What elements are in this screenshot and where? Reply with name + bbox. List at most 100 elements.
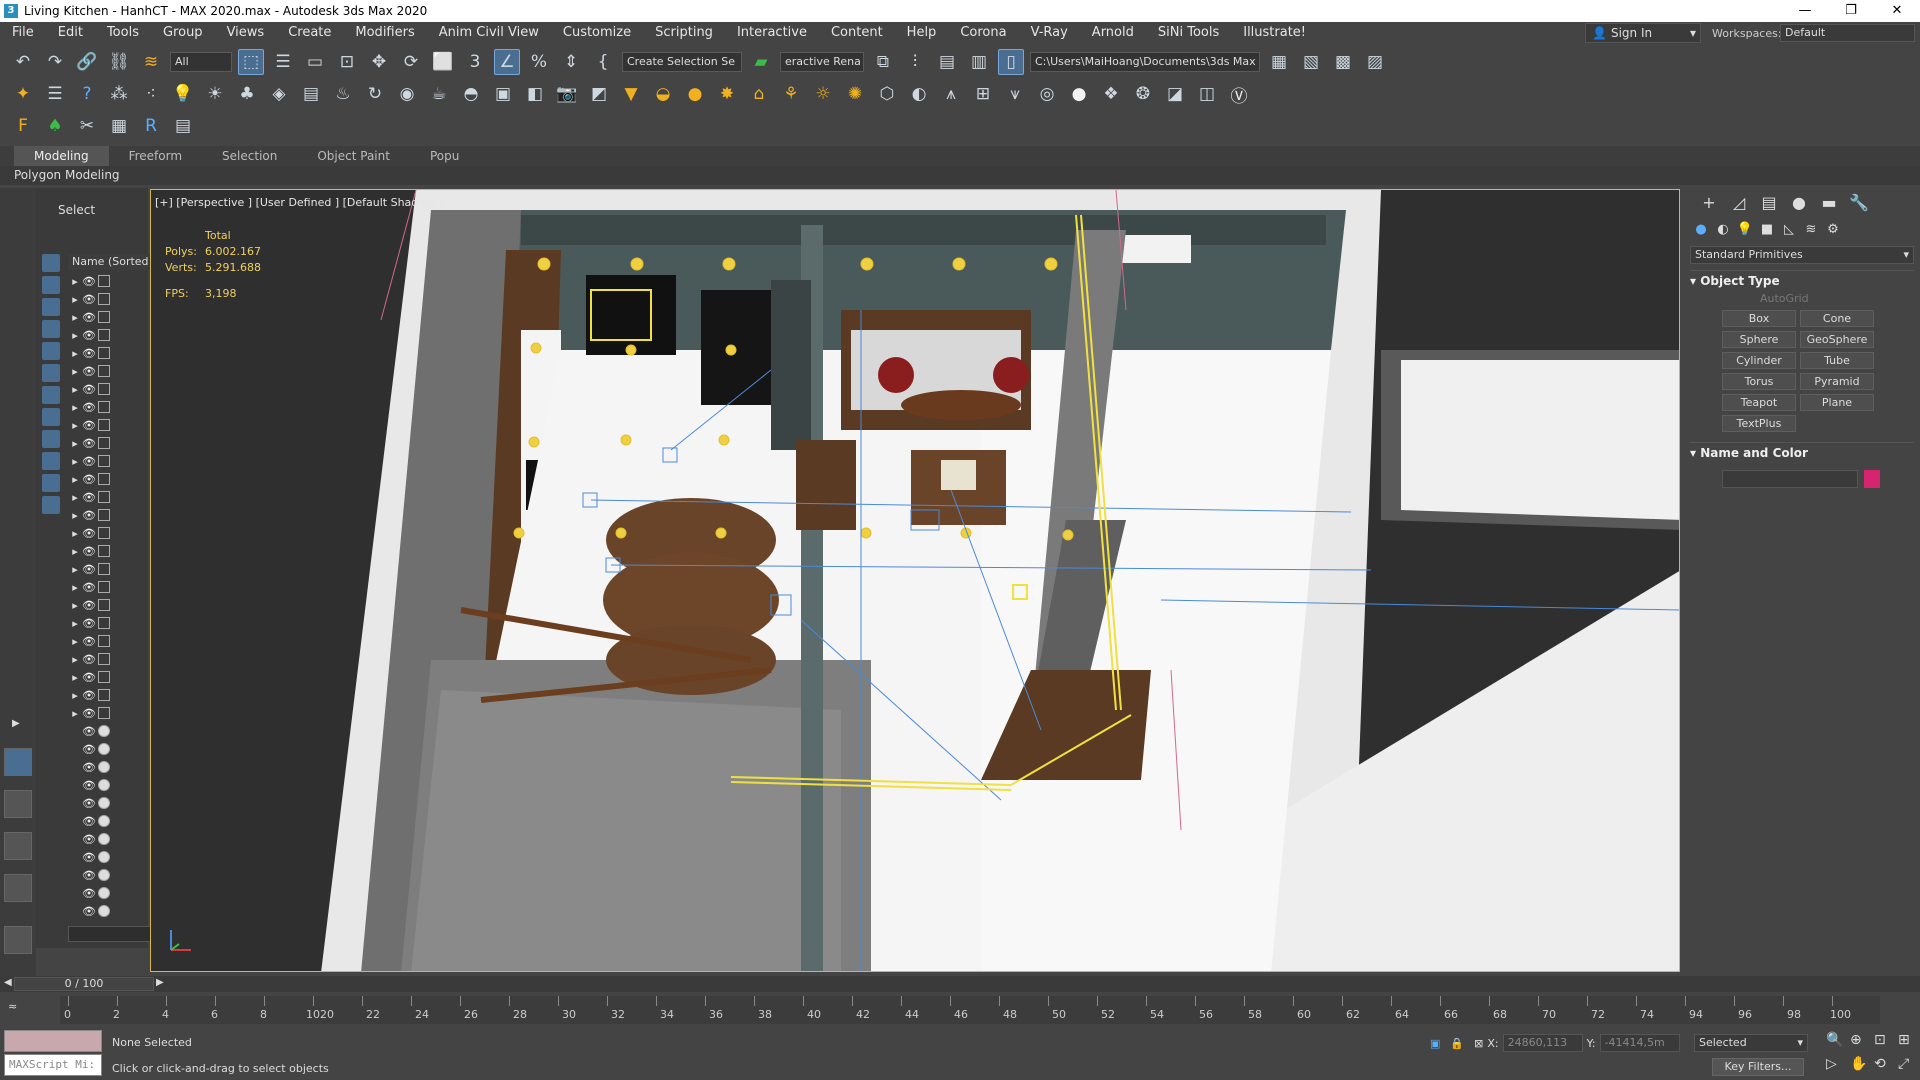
filter-bones-icon[interactable]: [42, 430, 60, 448]
pan-icon[interactable]: ✋: [1850, 1056, 1867, 1072]
filter-lights-icon[interactable]: [42, 298, 60, 316]
window-crossing-icon[interactable]: ⊡: [334, 49, 360, 75]
filter-shapes-icon[interactable]: [42, 276, 60, 294]
minimize-button[interactable]: —: [1782, 0, 1828, 22]
teapot-icon[interactable]: ☕: [426, 81, 452, 107]
bitmap-icon[interactable]: ◪: [1162, 81, 1188, 107]
close-button[interactable]: ✕: [1874, 0, 1920, 22]
list-item[interactable]: ▸ 👁: [68, 488, 146, 506]
bind-space-warp-icon[interactable]: ≋: [138, 49, 164, 75]
vray-logo-icon[interactable]: Ⓥ: [1226, 81, 1252, 107]
list-item[interactable]: ▸ 👁: [68, 632, 146, 650]
name-color-rollout[interactable]: ▾ Name and Color: [1690, 442, 1914, 462]
eye-icon[interactable]: 👁: [82, 815, 96, 828]
orbit-icon[interactable]: ⟲: [1874, 1056, 1886, 1072]
list-item[interactable]: ▸ 👁: [68, 416, 146, 434]
undo-icon[interactable]: ↶: [10, 49, 36, 75]
cylinder-button[interactable]: Cylinder: [1722, 352, 1796, 369]
multi-material-icon[interactable]: ❖: [1098, 81, 1124, 107]
camera-icon[interactable]: 📷: [554, 81, 580, 107]
mesh-light-icon[interactable]: ✸: [714, 81, 740, 107]
space-warps-icon[interactable]: ≋: [1800, 222, 1822, 237]
list-item[interactable]: ▸ 👁: [68, 668, 146, 686]
sini-icon[interactable]: ✦: [10, 81, 36, 107]
eye-icon[interactable]: 👁: [82, 401, 96, 414]
eye-icon[interactable]: 👁: [82, 653, 96, 666]
eye-icon[interactable]: 👁: [82, 581, 96, 594]
eye-icon[interactable]: 👁: [82, 329, 96, 342]
systems-icon[interactable]: ⚙: [1822, 222, 1844, 237]
display-tab-icon[interactable]: ▬: [1814, 193, 1844, 212]
list-item[interactable]: ▸ 👁: [68, 650, 146, 668]
eye-icon[interactable]: 👁: [82, 419, 96, 432]
pyramid-button[interactable]: Pyramid: [1800, 373, 1874, 390]
maximize-viewport-icon[interactable]: ⤢: [1898, 1056, 1909, 1072]
sphere-material-icon[interactable]: ◐: [906, 81, 932, 107]
frame-buffer-icon[interactable]: ▣: [490, 81, 516, 107]
forest-pack-icon[interactable]: F: [10, 113, 36, 139]
eye-icon[interactable]: 👁: [82, 869, 96, 882]
eye-icon[interactable]: 👁: [82, 437, 96, 450]
list-item[interactable]: 👁: [68, 758, 146, 776]
ribbon-polygon-modeling[interactable]: Polygon Modeling: [0, 166, 1920, 185]
sphere-light-icon[interactable]: ●: [682, 81, 708, 107]
eye-icon[interactable]: 👁: [82, 707, 96, 720]
layer-explorer-icon[interactable]: ▥: [966, 49, 992, 75]
eye-icon[interactable]: 👁: [82, 383, 96, 396]
spot-light-icon[interactable]: ⌂: [746, 81, 772, 107]
maximize-button[interactable]: ❐: [1828, 0, 1874, 22]
list-item[interactable]: ▸ 👁: [68, 272, 146, 290]
ambient-light-icon[interactable]: ✺: [842, 81, 868, 107]
menu-arnold[interactable]: Arnold: [1080, 22, 1146, 44]
eye-icon[interactable]: 👁: [82, 725, 96, 738]
interactive-render-icon[interactable]: ▰: [748, 49, 774, 75]
layout-split-button[interactable]: [4, 832, 32, 860]
geosphere-button[interactable]: GeoSphere: [1800, 331, 1874, 348]
cameras-icon[interactable]: ■: [1756, 222, 1778, 237]
dome-icon[interactable]: ◓: [458, 81, 484, 107]
lights-icon[interactable]: 💡: [1734, 222, 1756, 237]
expand-arrow-icon[interactable]: ▶: [12, 718, 20, 729]
filter-spacewarps-icon[interactable]: [42, 364, 60, 382]
list-item[interactable]: 👁: [68, 884, 146, 902]
zoom-extents-icon[interactable]: ⊡: [1874, 1032, 1886, 1048]
mirror-icon[interactable]: ⧉: [870, 49, 896, 75]
menu-corona[interactable]: Corona: [948, 22, 1018, 44]
filter-groups-icon[interactable]: [42, 386, 60, 404]
eye-icon[interactable]: 👁: [82, 833, 96, 846]
eye-icon[interactable]: 👁: [82, 599, 96, 612]
explorer-select-header[interactable]: Select: [36, 188, 148, 232]
selection-filter-dropdown[interactable]: All: [170, 52, 232, 72]
plane-light-icon[interactable]: ▼: [618, 81, 644, 107]
menu-tools[interactable]: Tools: [95, 22, 151, 44]
list-item[interactable]: ▸ 👁: [68, 614, 146, 632]
menu-help[interactable]: Help: [895, 22, 949, 44]
menu-edit[interactable]: Edit: [46, 22, 95, 44]
eye-icon[interactable]: 👁: [82, 491, 96, 504]
cone-button[interactable]: Cone: [1800, 310, 1874, 327]
tab-object-paint[interactable]: Object Paint: [297, 146, 410, 166]
menu-sini-tools[interactable]: SiNi Tools: [1146, 22, 1231, 44]
tools-icon[interactable]: ✂: [74, 113, 100, 139]
list-item[interactable]: ▸ 👁: [68, 344, 146, 362]
filter-helpers-icon[interactable]: [42, 342, 60, 360]
scatter-icon[interactable]: ⁖: [138, 81, 164, 107]
modify-tab-icon[interactable]: ◿: [1724, 193, 1754, 212]
prev-frame-icon[interactable]: ◀: [4, 977, 12, 988]
eye-icon[interactable]: 👁: [82, 473, 96, 486]
decal-icon[interactable]: ◎: [1034, 81, 1060, 107]
menu-views[interactable]: Views: [215, 22, 277, 44]
scene-explorer-icon[interactable]: ▤: [934, 49, 960, 75]
cube-icon[interactable]: ⬡: [874, 81, 900, 107]
play-icon[interactable]: ▷: [1826, 1056, 1837, 1072]
tab-freeform[interactable]: Freeform: [109, 146, 202, 166]
list-item[interactable]: ▸ 👁: [68, 506, 146, 524]
hierarchy-tab-icon[interactable]: ▤: [1754, 193, 1784, 212]
list-icon[interactable]: ☰: [42, 81, 68, 107]
tab-selection[interactable]: Selection: [202, 146, 297, 166]
list-item[interactable]: ▸ 👁: [68, 524, 146, 542]
eye-icon[interactable]: 👁: [82, 779, 96, 792]
render-iterative-icon[interactable]: ▨: [1362, 49, 1388, 75]
primitives-dropdown[interactable]: Standard Primitives ▾: [1690, 246, 1914, 264]
list-item[interactable]: 👁: [68, 866, 146, 884]
